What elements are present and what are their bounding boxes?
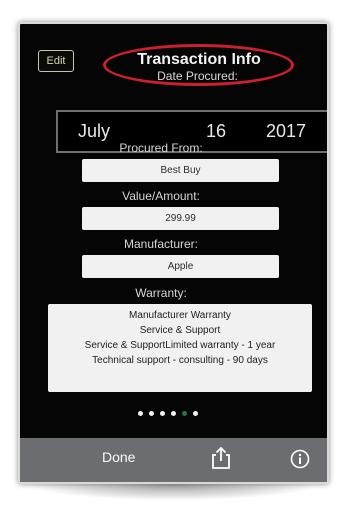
date-month[interactable]: July (78, 121, 110, 142)
edit-button[interactable]: Edit (38, 50, 74, 72)
share-icon[interactable] (210, 446, 232, 470)
procured-from-label: Procured From: (119, 141, 203, 155)
page-dot-active[interactable] (182, 411, 187, 416)
done-button[interactable]: Done (102, 449, 135, 465)
warranty-line: Technical support - consulting - 90 days (92, 355, 268, 366)
page-dot[interactable] (138, 411, 143, 416)
date-year[interactable]: 2017 (266, 121, 306, 142)
page-dot[interactable] (193, 411, 198, 416)
value-amount-label: Value/Amount: (122, 189, 200, 203)
warranty-line: Manufacturer Warranty (129, 310, 231, 321)
page-dot[interactable] (171, 411, 176, 416)
date-day[interactable]: 16 (206, 121, 226, 142)
bottom-toolbar: Done (20, 438, 327, 482)
warranty-line: Service & SupportLimited warranty - 1 ye… (84, 340, 276, 351)
warranty-field[interactable]: Manufacturer Warranty Service & Support … (48, 304, 312, 392)
page-dot[interactable] (149, 411, 154, 416)
warranty-label: Warranty: (135, 286, 187, 300)
manufacturer-label: Manufacturer: (123, 237, 199, 251)
manufacturer-field[interactable]: Apple (82, 255, 279, 278)
page-dot[interactable] (160, 411, 165, 416)
screenshot-page: Edit Transaction Info Date Procured: Jul… (0, 0, 343, 523)
info-icon[interactable] (290, 449, 310, 469)
value-amount-field[interactable]: 299.99 (82, 207, 279, 230)
procured-from-field[interactable]: Best Buy (82, 159, 279, 182)
warranty-line: Service & Support (139, 325, 221, 336)
phone-screen: Edit Transaction Info Date Procured: Jul… (18, 22, 329, 484)
page-indicator[interactable] (138, 411, 198, 417)
date-procured-label: Date Procured: (157, 69, 238, 83)
